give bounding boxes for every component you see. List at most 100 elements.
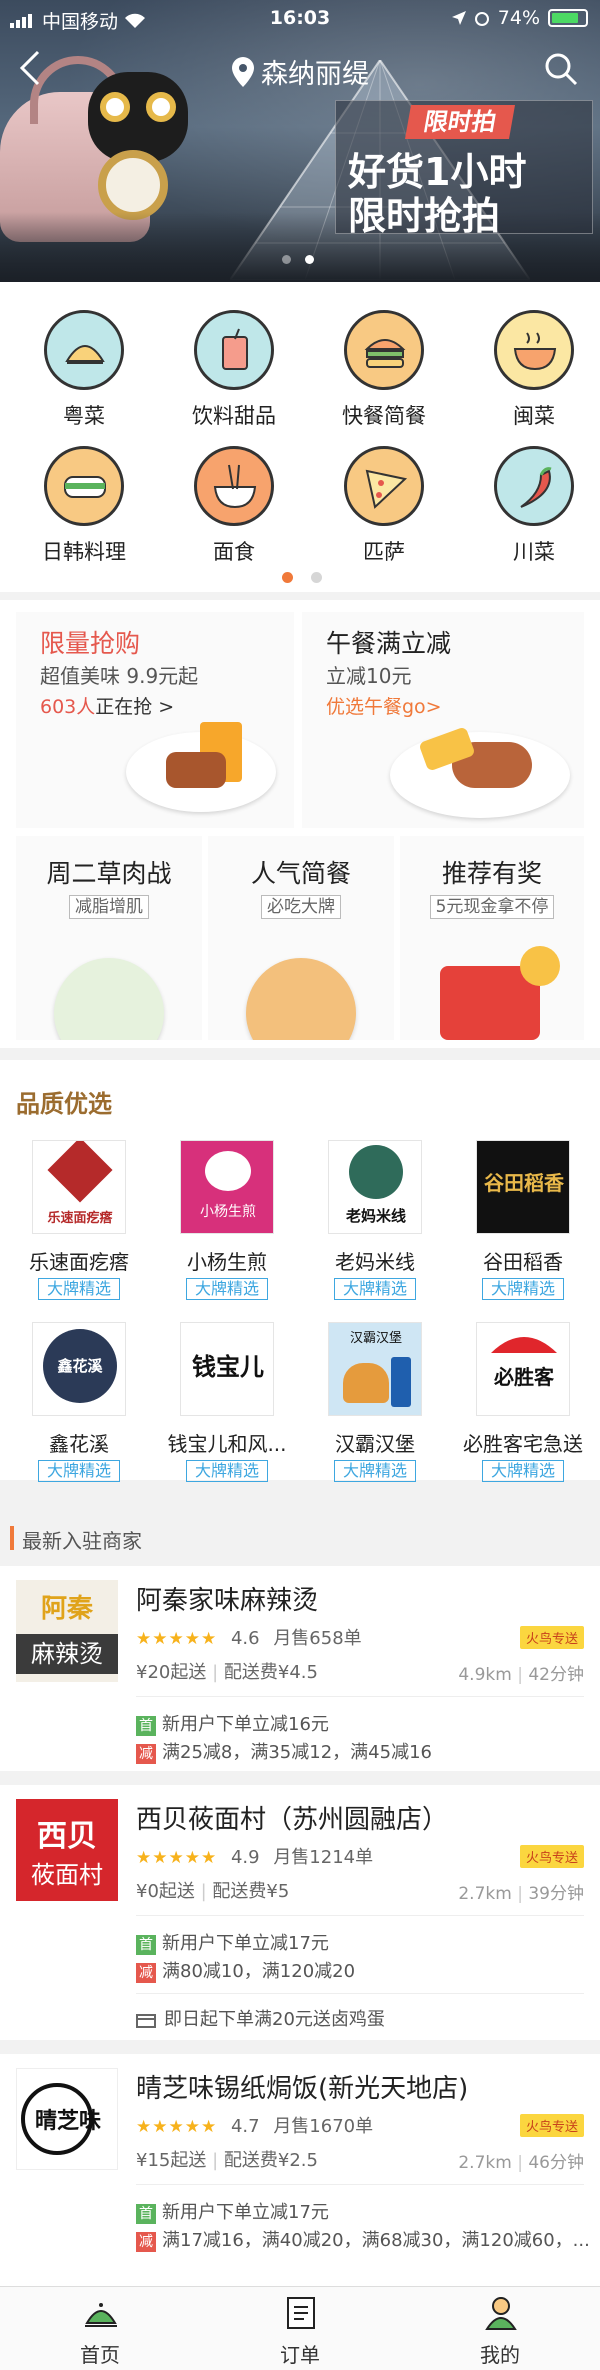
category-item[interactable]: 面食	[159, 418, 309, 564]
brand-badge: 大牌精选	[38, 1460, 120, 1482]
brand-item[interactable]: 谷田稻香 谷田稻香 大牌精选	[448, 1140, 598, 1310]
noodle-icon	[213, 464, 257, 509]
brand-name: 小杨生煎	[187, 1250, 267, 1274]
merchant-sales: 月售1670单	[273, 2116, 374, 2137]
quality-picks-section: 品质优选 乐速面疙瘩 乐速面疙瘩 大牌精选 小杨生煎 小杨生煎 大牌精选 老妈米…	[0, 1060, 600, 1482]
category-pagination	[282, 572, 322, 583]
merchant-card[interactable]: 阿秦 麻辣烫 阿秦家味麻辣烫 ★★★★★ 4.6 月售658单 火鸟专送 ¥20…	[0, 1566, 600, 1771]
tab-orders[interactable]: 订单	[200, 2287, 400, 2370]
category-icon-bg	[494, 310, 574, 390]
category-label: 日韩料理	[42, 540, 126, 564]
lunch-deal-subtitle: 立减10元	[326, 664, 412, 688]
tab-label: 首页	[80, 2343, 120, 2367]
merchant-card[interactable]: 晴芝味 晴芝味锡纸焗饭(新光天地店) ★★★★★ 4.7 月售1670单 火鸟专…	[0, 2054, 600, 2286]
merchant-list: 阿秦 麻辣烫 阿秦家味麻辣烫 ★★★★★ 4.6 月售658单 火鸟专送 ¥20…	[0, 1566, 600, 2286]
merchant-logo: 阿秦 麻辣烫	[16, 1580, 118, 1682]
merchant-name: 阿秦家味麻辣烫	[136, 1586, 319, 1616]
extra-offer-text: 即日起下单满20元送卤鸡蛋	[164, 2009, 385, 2030]
brand-item[interactable]: 必胜客 必胜客宅急送 大牌精选	[448, 1322, 598, 1492]
star-rating-icon: ★★★★★	[136, 1629, 218, 1649]
brand-item[interactable]: 钱宝儿 钱宝儿和风... 大牌精选	[152, 1322, 302, 1492]
category-icon-bg	[44, 310, 124, 390]
merchant-sales: 月售1214单	[273, 1847, 374, 1868]
brand-badge: 大牌精选	[334, 1460, 416, 1482]
hero-banner[interactable]: 限时拍 好货1小时 限时抢拍	[0, 0, 600, 282]
section-title: 最新入驻商家	[22, 1529, 142, 1553]
merchant-logo: 西贝 莜面村	[16, 1799, 118, 1901]
category-label: 面食	[213, 540, 255, 564]
promo-card-small[interactable]: 周二草肉战 减脂增肌	[16, 836, 202, 1040]
lunch-deal-title: 午餐满立减	[326, 629, 452, 658]
category-item[interactable]: 川菜	[459, 418, 600, 564]
brand-logo: 必胜客	[476, 1322, 570, 1416]
pizza-icon	[365, 469, 408, 509]
tab-label: 订单	[280, 2343, 320, 2367]
brand-logo: 汉霸汉堡	[328, 1322, 422, 1416]
min-order: ¥0起送	[136, 1881, 195, 1902]
category-item[interactable]: 闽菜	[459, 282, 600, 428]
delivery-fee: 配送费¥5	[212, 1881, 290, 1902]
delivery-time: 42分钟	[528, 1665, 584, 1685]
sushi-icon	[64, 476, 106, 498]
offer-text: 新用户下单立减16元	[162, 1714, 329, 1735]
tab-profile[interactable]: 我的	[400, 2287, 600, 2370]
promo-card-small[interactable]: 推荐有奖 5元现金拿不停	[400, 836, 584, 1040]
tab-home[interactable]: 首页	[0, 2287, 200, 2370]
gift-icon	[136, 2014, 156, 2028]
lunch-deal-card[interactable]: 午餐满立减 立减10元 优选午餐go>	[302, 612, 584, 828]
dumpling-icon	[65, 345, 105, 364]
category-item[interactable]: 粤菜	[9, 282, 159, 428]
category-icon-bg	[344, 310, 424, 390]
location-selector[interactable]: 森纳丽缇	[0, 52, 600, 91]
brand-item[interactable]: 老妈米线 老妈米线 大牌精选	[300, 1140, 450, 1310]
flash-sale-link: 正在抢 >	[95, 696, 175, 718]
discount-badge-icon: 减	[136, 1963, 156, 1983]
brand-item[interactable]: 乐速面疙瘩 乐速面疙瘩 大牌精选	[4, 1140, 154, 1310]
order-list-icon	[287, 2297, 315, 2329]
brand-badge: 大牌精选	[334, 1278, 416, 1300]
delivery-fee: 配送费¥2.5	[223, 2150, 318, 2171]
delivery-badge: 火鸟专送	[519, 1626, 584, 1649]
merchant-name: 晴芝味锡纸焗饭(新光天地店)	[136, 2074, 469, 2104]
rice-dish-image	[246, 958, 356, 1040]
offer-text: 新用户下单立减17元	[162, 1933, 329, 1954]
brand-name: 老妈米线	[335, 1250, 415, 1274]
merchant-card[interactable]: 西贝 莜面村 西贝莜面村（苏州圆融店） ★★★★★ 4.9 月售1214单 火鸟…	[0, 1785, 600, 2040]
cloche-icon	[85, 2303, 117, 2327]
brand-name: 汉霸汉堡	[335, 1432, 415, 1456]
brand-name: 必胜客宅急送	[463, 1432, 583, 1456]
header-accent-bar	[10, 1526, 14, 1550]
banner-pagination	[282, 255, 314, 264]
brand-logo: 小杨生煎	[180, 1140, 274, 1234]
category-item[interactable]: 匹萨	[309, 418, 459, 564]
brand-item[interactable]: 小杨生煎 小杨生煎 大牌精选	[152, 1140, 302, 1310]
brand-item[interactable]: 鑫花溪 鑫花溪 大牌精选	[4, 1322, 154, 1492]
category-item[interactable]: 饮料甜品	[159, 282, 309, 428]
category-item[interactable]: 快餐简餐	[309, 282, 459, 428]
brand-name: 谷田稻香	[483, 1250, 563, 1274]
brand-name: 乐速面疙瘩	[29, 1250, 129, 1274]
map-pin-icon	[232, 57, 254, 87]
category-item[interactable]: 日韩料理	[9, 418, 159, 564]
merchant-distance: 2.7km	[458, 1884, 512, 1904]
banner-tag: 限时拍	[405, 105, 515, 139]
chili-icon	[520, 467, 552, 508]
category-icon-bg	[194, 446, 274, 526]
promo-card-small[interactable]: 人气简餐 必吃大牌	[208, 836, 394, 1040]
status-bar: 中国移动 16:03 74%	[0, 0, 600, 36]
flash-sale-card[interactable]: 限量抢购 超值美味 9.9元起 603人正在抢 >	[16, 612, 294, 828]
new-user-badge-icon: 首	[136, 2204, 156, 2224]
promo-small-title: 周二草肉战	[46, 859, 172, 888]
battery-icon	[548, 9, 588, 27]
battery-percent: 74%	[497, 7, 540, 29]
brand-logo: 钱宝儿	[180, 1322, 274, 1416]
brand-logo: 谷田稻香	[476, 1140, 570, 1234]
offer-text: 满25减8，满35减12，满45减16	[162, 1742, 432, 1763]
promo-small-tag: 5元现金拿不停	[429, 895, 555, 919]
category-icon-bg	[194, 310, 274, 390]
ribs-image	[166, 752, 226, 788]
brand-item[interactable]: 汉霸汉堡 汉霸汉堡 大牌精选	[300, 1322, 450, 1492]
merchant-name: 西贝莜面村（苏州圆融店）	[136, 1805, 449, 1835]
brand-badge: 大牌精选	[38, 1278, 120, 1300]
search-icon[interactable]	[544, 52, 578, 86]
